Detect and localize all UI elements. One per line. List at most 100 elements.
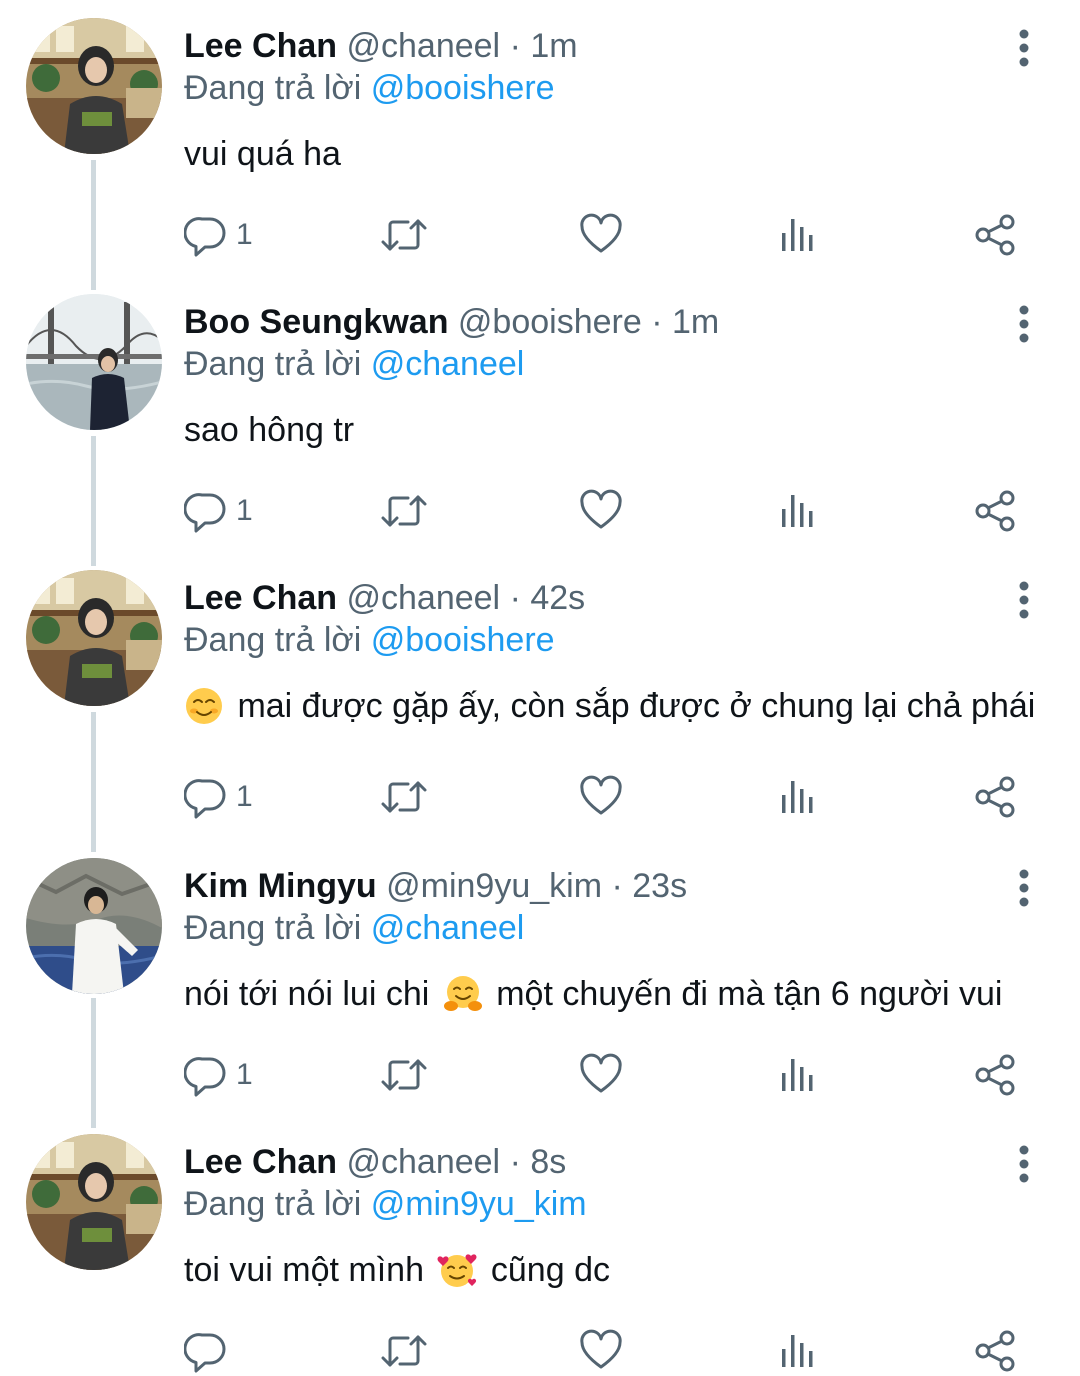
retweet-button[interactable] bbox=[380, 772, 428, 822]
more-vertical-icon[interactable] bbox=[1004, 26, 1044, 70]
share-button[interactable] bbox=[973, 772, 1017, 822]
retweet-button[interactable] bbox=[380, 1050, 428, 1100]
more-vertical-icon[interactable] bbox=[1004, 302, 1044, 346]
separator-dot: · bbox=[509, 579, 521, 617]
more-vertical-icon[interactable] bbox=[1004, 866, 1044, 910]
heart-icon bbox=[579, 213, 623, 257]
tweet-text-part: nói tới nói lui chi bbox=[184, 975, 430, 1013]
share-icon bbox=[973, 213, 1017, 257]
mention-link[interactable]: @booishere bbox=[371, 69, 555, 107]
reply-icon bbox=[184, 1329, 228, 1373]
stats-button[interactable] bbox=[776, 486, 820, 536]
retweet-icon bbox=[380, 489, 428, 533]
user-handle[interactable]: @min9yu_kim bbox=[386, 867, 602, 905]
retweet-icon bbox=[380, 1329, 428, 1373]
like-button[interactable] bbox=[579, 772, 623, 822]
timestamp[interactable]: 1m bbox=[672, 303, 719, 341]
user-handle[interactable]: @chaneel bbox=[347, 27, 501, 65]
more-vertical-icon[interactable] bbox=[1004, 578, 1044, 622]
tweet-header: Lee Chan @chaneel · 42s bbox=[184, 578, 585, 618]
stats-icon bbox=[776, 489, 820, 533]
timestamp[interactable]: 1m bbox=[530, 27, 577, 65]
reply-icon bbox=[184, 489, 228, 533]
retweet-icon bbox=[380, 213, 428, 257]
mention-link[interactable]: @chaneel bbox=[371, 345, 525, 383]
tweet-text-part: cũng dc bbox=[490, 1251, 610, 1289]
display-name[interactable]: Boo Seungkwan bbox=[184, 303, 448, 341]
heart-icon bbox=[579, 775, 623, 819]
tweet-text-part: vui quá ha bbox=[184, 135, 341, 173]
mention-link[interactable]: @chaneel bbox=[371, 909, 525, 947]
stats-button[interactable] bbox=[776, 772, 820, 822]
retweet-button[interactable] bbox=[380, 486, 428, 536]
share-icon bbox=[973, 1053, 1017, 1097]
tweet-text-part: sao hông tr bbox=[184, 411, 355, 449]
tweet-text: sao hông tr bbox=[184, 410, 354, 450]
mention-link[interactable]: @booishere bbox=[371, 621, 555, 659]
tweet-header: Lee Chan @chaneel · 8s bbox=[184, 1142, 566, 1182]
retweet-button[interactable] bbox=[380, 210, 428, 260]
like-button[interactable] bbox=[579, 1326, 623, 1376]
stats-icon bbox=[776, 775, 820, 819]
like-button[interactable] bbox=[579, 210, 623, 260]
reply-button[interactable]: 1 bbox=[184, 1050, 253, 1100]
reply-context: Đang trả lời @booishere bbox=[184, 68, 555, 108]
share-icon bbox=[973, 489, 1017, 533]
share-button[interactable] bbox=[973, 1050, 1017, 1100]
reply-button[interactable]: 1 bbox=[184, 772, 253, 822]
reply-prefix: Đang trả lời bbox=[184, 69, 362, 107]
display-name[interactable]: Lee Chan bbox=[184, 27, 337, 65]
avatar[interactable] bbox=[26, 570, 162, 706]
share-button[interactable] bbox=[973, 1326, 1017, 1376]
like-button[interactable] bbox=[579, 1050, 623, 1100]
smiling-face-with-hearts-icon bbox=[437, 1250, 477, 1290]
action-bar: 1 bbox=[0, 210, 1080, 260]
reply-button[interactable]: 1 bbox=[184, 486, 253, 536]
avatar[interactable] bbox=[26, 1134, 162, 1270]
avatar[interactable] bbox=[26, 294, 162, 430]
reply-context: Đang trả lời @chaneel bbox=[184, 344, 524, 384]
display-name[interactable]: Kim Mingyu bbox=[184, 867, 377, 905]
stats-button[interactable] bbox=[776, 1326, 820, 1376]
reply-context: Đang trả lời @chaneel bbox=[184, 908, 524, 948]
share-button[interactable] bbox=[973, 210, 1017, 260]
tweet-header: Lee Chan @chaneel · 1m bbox=[184, 26, 578, 66]
avatar-image bbox=[26, 570, 162, 706]
stats-button[interactable] bbox=[776, 1050, 820, 1100]
user-handle[interactable]: @chaneel bbox=[347, 579, 501, 617]
retweet-button[interactable] bbox=[380, 1326, 428, 1376]
reply-prefix: Đang trả lời bbox=[184, 345, 362, 383]
action-bar: 1 bbox=[0, 1050, 1080, 1100]
tweet-text-part: mai được gặp ấy, còn sắp được ở chung lạ… bbox=[237, 687, 1036, 725]
timestamp[interactable]: 23s bbox=[632, 867, 687, 905]
timestamp[interactable]: 8s bbox=[530, 1143, 566, 1181]
reply-button[interactable]: 1 bbox=[184, 210, 253, 260]
timestamp[interactable]: 42s bbox=[530, 579, 585, 617]
mention-link[interactable]: @min9yu_kim bbox=[371, 1185, 587, 1223]
stats-icon bbox=[776, 213, 820, 257]
hugging-face-icon bbox=[443, 974, 483, 1014]
stats-icon bbox=[776, 1053, 820, 1097]
tweet-text-part: toi vui một mình bbox=[184, 1251, 424, 1289]
display-name[interactable]: Lee Chan bbox=[184, 1143, 337, 1181]
user-handle[interactable]: @chaneel bbox=[347, 1143, 501, 1181]
more-vertical-icon[interactable] bbox=[1004, 1142, 1044, 1186]
tweet-text: toi vui một mình cũng dc bbox=[184, 1250, 610, 1290]
user-handle[interactable]: @booishere bbox=[458, 303, 642, 341]
smiling-face-icon bbox=[184, 686, 224, 726]
separator-dot: · bbox=[509, 1143, 521, 1181]
like-button[interactable] bbox=[579, 486, 623, 536]
reply-prefix: Đang trả lời bbox=[184, 1185, 362, 1223]
share-button[interactable] bbox=[973, 486, 1017, 536]
stats-icon bbox=[776, 1329, 820, 1373]
avatar[interactable] bbox=[26, 18, 162, 154]
share-icon bbox=[973, 775, 1017, 819]
reply-button[interactable] bbox=[184, 1326, 236, 1376]
stats-button[interactable] bbox=[776, 210, 820, 260]
display-name[interactable]: Lee Chan bbox=[184, 579, 337, 617]
retweet-icon bbox=[380, 775, 428, 819]
tweet-header: Boo Seungkwan @booishere · 1m bbox=[184, 302, 719, 342]
avatar[interactable] bbox=[26, 858, 162, 994]
reply-count: 1 bbox=[236, 218, 253, 251]
tweet-text: vui quá ha bbox=[184, 134, 341, 174]
